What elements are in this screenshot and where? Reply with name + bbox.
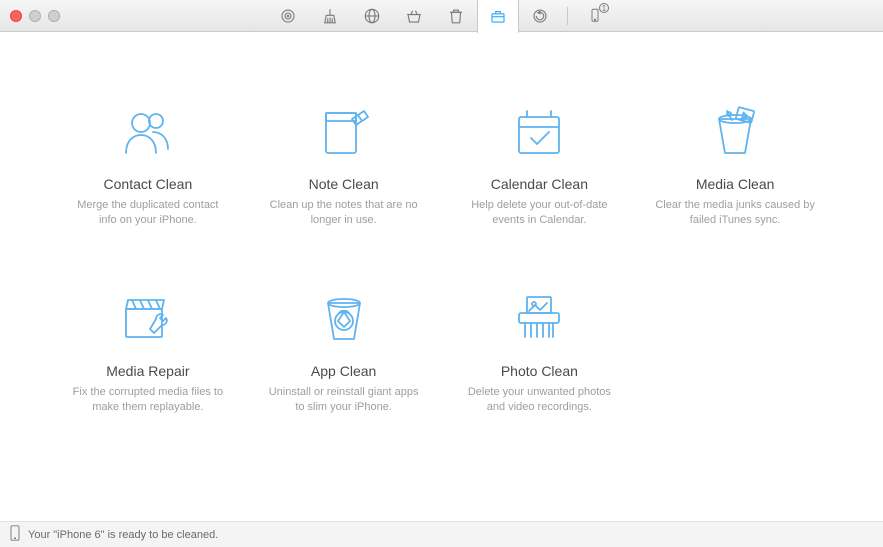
status-text: Your "iPhone 6" is ready to be cleaned. [28,529,218,541]
toolbar-toolbox-icon[interactable] [477,0,519,33]
card-desc: Delete your unwanted photos and video re… [452,385,628,416]
media-clean-card[interactable]: Media Clean Clear the media junks caused… [647,102,823,229]
toolbar-globe-icon[interactable] [351,0,393,32]
toolbar-broom-icon[interactable] [309,0,351,32]
card-title: Media Repair [60,363,236,379]
feature-grid: Contact Clean Merge the duplicated conta… [60,102,823,416]
contact-clean-card[interactable]: Contact Clean Merge the duplicated conta… [60,102,236,229]
toolbar-refresh-icon[interactable] [519,0,561,32]
card-title: Calendar Clean [452,176,628,192]
calendar-icon [452,102,628,162]
phone-icon [10,525,28,544]
window-controls [10,10,60,22]
card-title: App Clean [256,363,432,379]
card-desc: Merge the duplicated contact info on you… [60,198,236,229]
media-bucket-icon [647,102,823,162]
titlebar: 1 [0,0,883,32]
top-toolbar: 1 [60,0,823,32]
main-content: Contact Clean Merge the duplicated conta… [0,32,883,521]
note-eraser-icon [256,102,432,162]
device-badge: 1 [599,3,609,13]
photo-clean-card[interactable]: Photo Clean Delete your unwanted photos … [452,289,628,416]
card-title: Photo Clean [452,363,628,379]
statusbar: Your "iPhone 6" is ready to be cleaned. [0,521,883,547]
media-repair-card[interactable]: Media Repair Fix the corrupted media fil… [60,289,236,416]
toolbar-trash-icon[interactable] [435,0,477,32]
toolbar-separator [567,7,568,25]
toolbar-basket-icon[interactable] [393,0,435,32]
card-title: Media Clean [647,176,823,192]
card-title: Note Clean [256,176,432,192]
toolbar-target-icon[interactable] [267,0,309,32]
card-title: Contact Clean [60,176,236,192]
card-desc: Clean up the notes that are no longer in… [256,198,432,229]
card-desc: Clear the media junks caused by failed i… [647,198,823,229]
card-desc: Uninstall or reinstall giant apps to sli… [256,385,432,416]
contacts-icon [60,102,236,162]
card-desc: Help delete your out-of-date events in C… [452,198,628,229]
shredder-icon [452,289,628,349]
app-trash-icon [256,289,432,349]
minimize-window-button[interactable] [29,10,41,22]
toolbar-device-icon[interactable]: 1 [574,0,616,32]
app-clean-card[interactable]: App Clean Uninstall or reinstall giant a… [256,289,432,416]
calendar-clean-card[interactable]: Calendar Clean Help delete your out-of-d… [452,102,628,229]
zoom-window-button[interactable] [48,10,60,22]
clapperboard-wrench-icon [60,289,236,349]
card-desc: Fix the corrupted media files to make th… [60,385,236,416]
close-window-button[interactable] [10,10,22,22]
note-clean-card[interactable]: Note Clean Clean up the notes that are n… [256,102,432,229]
